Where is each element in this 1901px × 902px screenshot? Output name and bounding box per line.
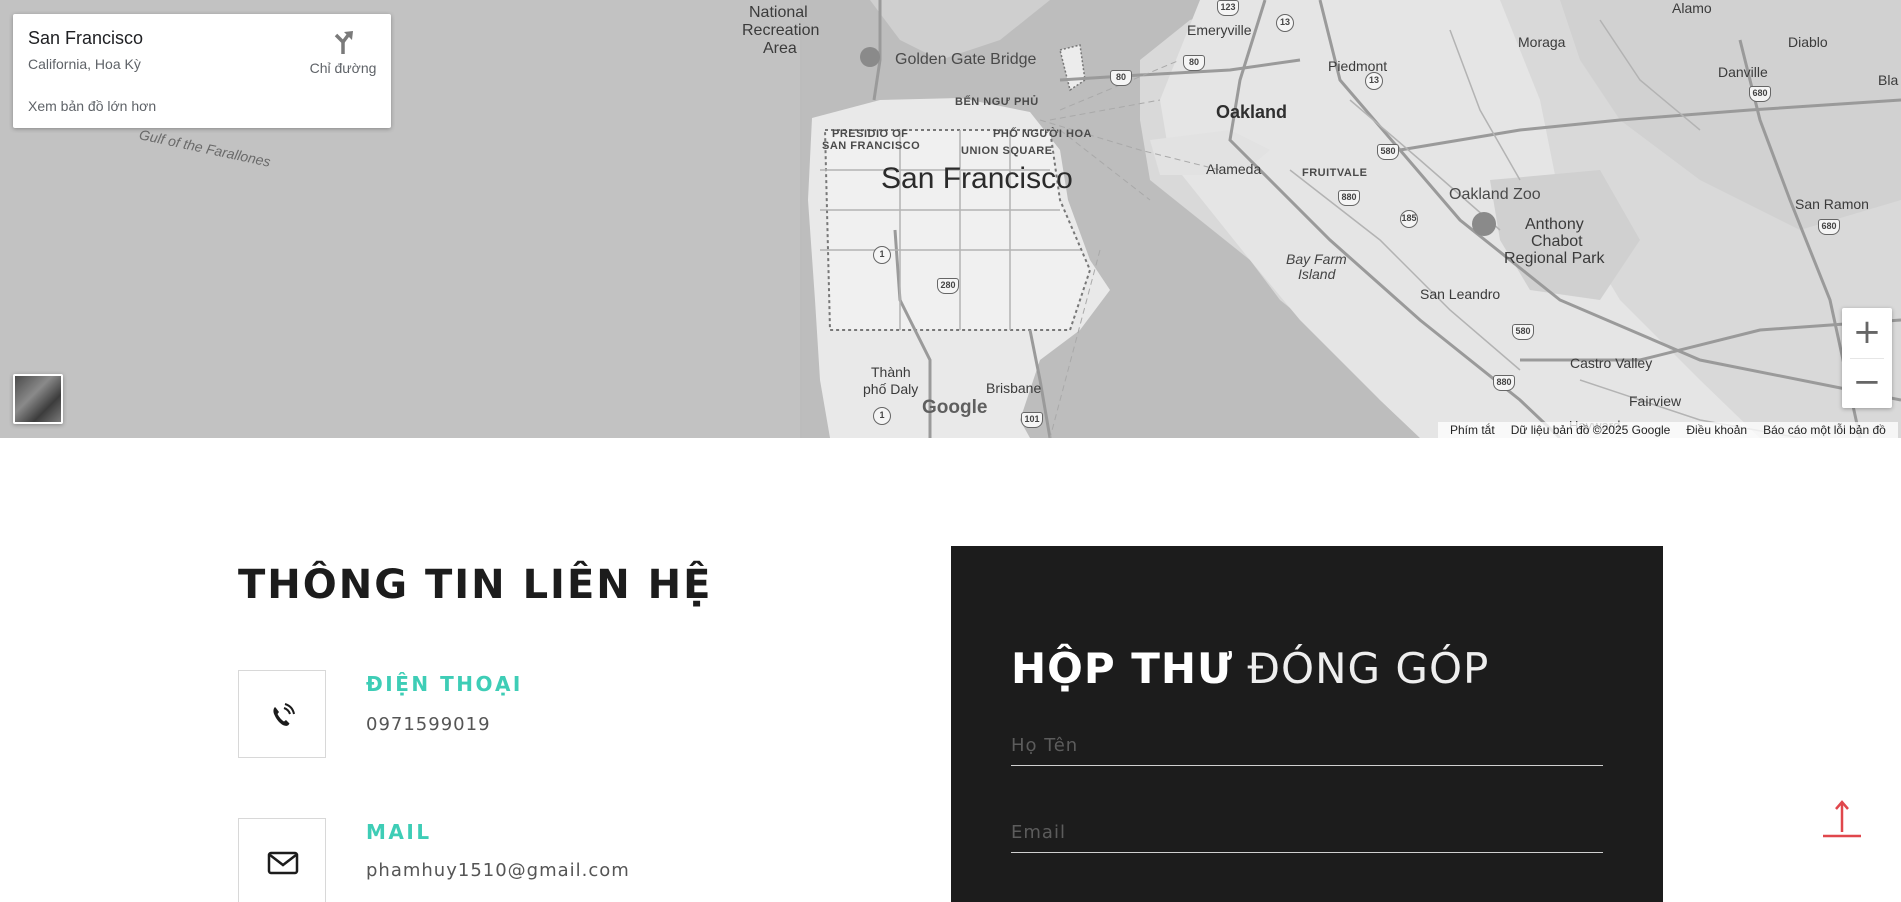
highway-shield: 123 — [1217, 0, 1239, 16]
map-place-title: San Francisco — [28, 28, 144, 48]
phone-icon — [273, 703, 295, 726]
highway-shield: 80 — [1183, 55, 1205, 71]
map-label-city: San Francisco — [881, 162, 1073, 195]
map-layer-toggle[interactable] — [13, 374, 63, 424]
highway-shield: 101 — [1021, 412, 1043, 428]
zoo-pin-icon[interactable] — [1472, 212, 1496, 236]
feedback-form-panel: HỘP THƯ ĐÓNG GÓP — [951, 546, 1663, 902]
phone-value[interactable]: 0971599019 — [366, 714, 491, 735]
highway-shield: 880 — [1338, 190, 1360, 206]
feedback-title-bold: HỘP THƯ — [1011, 644, 1234, 693]
map-label-diablo: Diablo — [1788, 34, 1828, 50]
highway-shield: 680 — [1749, 86, 1771, 102]
map-label-golden-gate[interactable]: Golden Gate Bridge — [895, 51, 1036, 69]
page: National Recreation Area Gulf of the Far… — [0, 0, 1901, 902]
map-label-oakland-zoo[interactable]: Oakland Zoo — [1449, 186, 1541, 204]
zoom-out-button[interactable]: − — [1842, 358, 1892, 408]
map-label-piedmont: Piedmont — [1328, 58, 1388, 74]
map-label-ben-ngu-phu: BẾN NGƯ PHỦ — [955, 96, 1039, 108]
email-input[interactable] — [1011, 813, 1603, 853]
map-data-credit: Dữ liệu bản đồ ©2025 Google — [1510, 423, 1671, 437]
highway-shield: 680 — [1818, 219, 1840, 235]
contact-title: THÔNG TIN LIÊN HỆ — [238, 562, 713, 608]
map-label-alameda: Alameda — [1206, 161, 1262, 177]
highway-shield: 1 — [873, 407, 891, 425]
report-error-link[interactable]: Báo cáo một lỗi bản đồ — [1755, 423, 1894, 437]
zoom-in-button[interactable]: + — [1842, 308, 1892, 358]
map-label-brisbane: Brisbane — [986, 380, 1042, 396]
map-label-anthony-1: Anthony — [1525, 216, 1584, 233]
map-label-daly-1: Thành — [871, 364, 911, 380]
map-label-bla: Bla — [1878, 72, 1899, 88]
feedback-title: HỘP THƯ ĐÓNG GÓP — [1011, 644, 1489, 693]
google-map[interactable]: National Recreation Area Gulf of the Far… — [0, 0, 1901, 438]
highway-shield: 280 — [937, 278, 959, 294]
map-attribution: Phím tắt Dữ liệu bản đồ ©2025 Google Điề… — [1438, 422, 1898, 438]
google-logo: Google — [922, 397, 988, 418]
feedback-title-light: ĐÓNG GÓP — [1247, 644, 1490, 693]
map-label-anthony-2: Chabot — [1531, 233, 1583, 250]
map-label-san-ramon: San Ramon — [1795, 196, 1869, 212]
directions-label: Chỉ đường — [309, 60, 377, 76]
map-label-union-square: UNION SQUARE — [961, 145, 1053, 157]
map-label-fairview: Fairview — [1629, 393, 1682, 409]
terms-link[interactable]: Điều khoản — [1678, 423, 1755, 437]
highway-shield: 185 — [1400, 210, 1418, 228]
map-label-bay-farm-2: Island — [1298, 266, 1336, 282]
map-label-national-2: Recreation — [742, 22, 820, 39]
map-label-castro-valley: Castro Valley — [1570, 355, 1653, 371]
highway-shield: 80 — [1110, 70, 1132, 86]
directions-button[interactable]: Chỉ đường — [298, 28, 388, 88]
map-place-subtitle: California, Hoa Kỳ — [28, 56, 141, 72]
highway-shield: 1 — [873, 246, 891, 264]
map-label-pho-nguoi-hoa: PHỐ NGƯỜI HOA — [993, 128, 1092, 140]
keyboard-shortcuts-link[interactable]: Phím tắt — [1442, 423, 1503, 437]
directions-icon — [334, 31, 353, 54]
highway-shield: 580 — [1377, 144, 1399, 160]
map-label-national-1: National — [749, 4, 808, 21]
highway-shield: 13 — [1276, 14, 1294, 32]
map-label-anthony-3: Regional Park — [1504, 250, 1605, 267]
map-label-danville: Danville — [1718, 64, 1768, 80]
back-to-top-arrow-up-icon[interactable] — [1820, 796, 1864, 840]
view-larger-map-link[interactable]: Xem bản đồ lớn hơn — [28, 98, 156, 114]
map-label-emeryville: Emeryville — [1187, 22, 1252, 38]
map-label-oakland: Oakland — [1216, 102, 1288, 122]
mail-value[interactable]: phamhuy1510@gmail.com — [366, 860, 630, 881]
map-label-presidio-2: SAN FRANCISCO — [822, 140, 921, 152]
phone-icon-box — [238, 670, 326, 758]
phone-label: ĐIỆN THOẠI — [366, 672, 523, 696]
map-label-moraga: Moraga — [1518, 34, 1566, 50]
highway-shield: 580 — [1512, 324, 1534, 340]
mail-icon-box — [238, 818, 326, 902]
map-label-bay-farm-1: Bay Farm — [1286, 251, 1347, 267]
name-input[interactable] — [1011, 726, 1603, 766]
map-label-san-leandro: San Leandro — [1420, 286, 1501, 302]
map-label-national-3: Area — [763, 40, 797, 57]
map-label-daly-2: phố Daly — [863, 381, 919, 397]
golden-gate-pin-icon[interactable] — [860, 47, 880, 67]
mail-icon — [267, 851, 299, 875]
map-label-alamo: Alamo — [1672, 0, 1712, 16]
highway-shield: 880 — [1493, 375, 1515, 391]
highway-shield: 13 — [1365, 72, 1383, 90]
map-label-fruitvale: FRUITVALE — [1302, 167, 1368, 179]
mail-label: MAIL — [366, 820, 432, 844]
zoom-control: + − — [1842, 308, 1892, 408]
map-info-card: San Francisco California, Hoa Kỳ Xem bản… — [13, 14, 391, 128]
map-label-presidio-1: PRESIDIO OF — [832, 128, 909, 140]
